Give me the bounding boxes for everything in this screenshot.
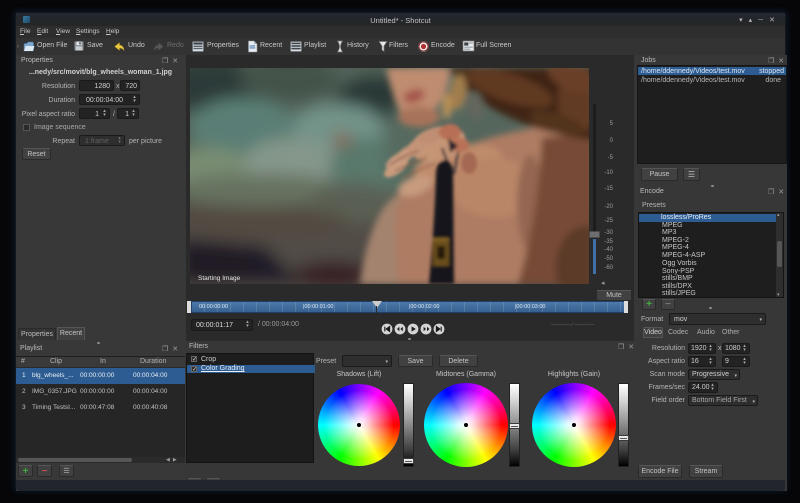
- svg-text:Starting Image: Starting Image: [198, 275, 241, 282]
